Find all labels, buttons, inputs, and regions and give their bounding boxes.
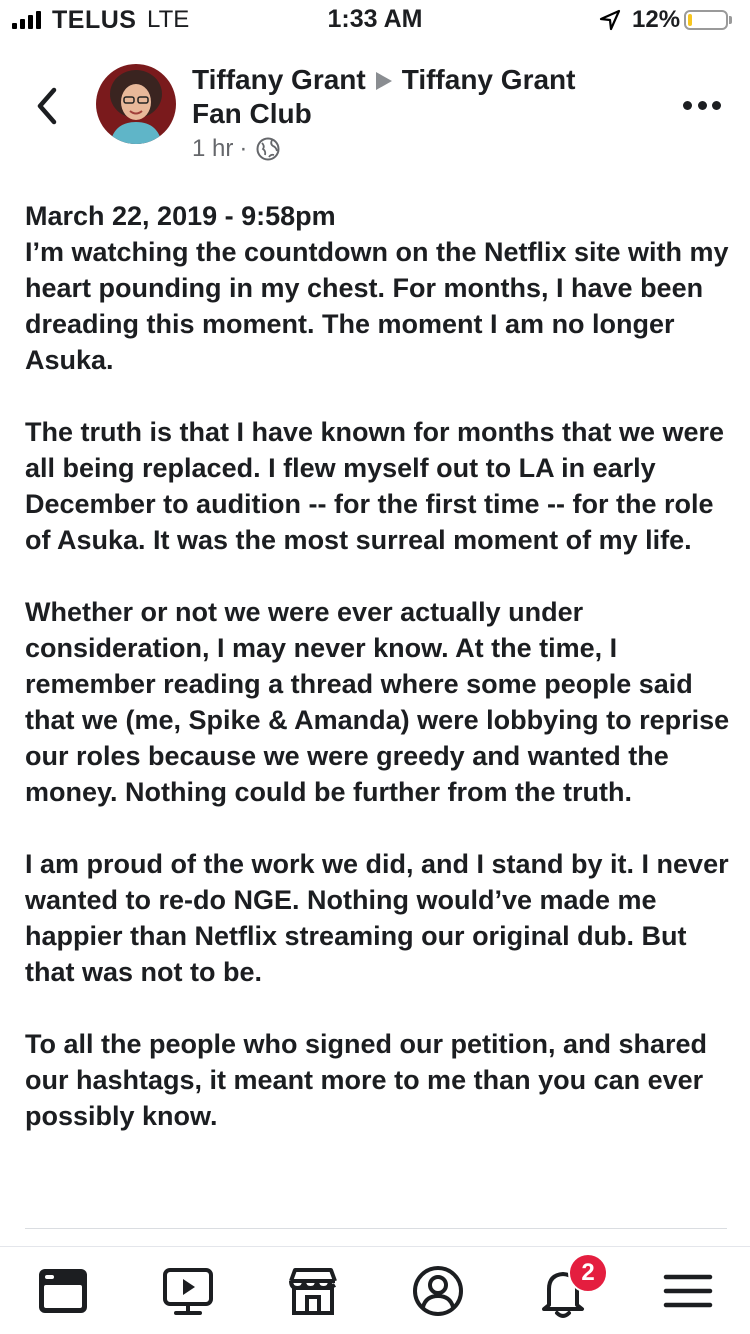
shared-to-arrow-icon	[375, 71, 392, 90]
post-title: Tiffany Grant Tiffany Grant Fan Club	[192, 63, 632, 131]
battery-level	[688, 14, 692, 26]
bottom-tab-bar	[0, 1247, 750, 1334]
profile-icon[interactable]	[408, 1261, 468, 1321]
status-bar: TELUS LTE 1:33 AM 12%	[0, 0, 750, 40]
meta-separator: ·	[239, 135, 248, 162]
notification-badge: 2	[568, 1253, 608, 1293]
content-divider	[25, 1228, 727, 1229]
author-name-link[interactable]: Tiffany Grant	[192, 64, 366, 95]
globe-icon	[256, 137, 280, 161]
more-options-icon[interactable]	[683, 98, 721, 112]
avatar-image	[96, 64, 176, 144]
battery-tip	[729, 16, 732, 24]
menu-icon[interactable]	[658, 1261, 718, 1321]
post-paragraph: To all the people who signed our petitio…	[25, 1029, 708, 1131]
post-paragraph: March 22, 2019 - 9:58pm I’m watching the…	[25, 201, 729, 375]
watch-icon[interactable]	[158, 1261, 218, 1321]
back-arrow-icon[interactable]	[28, 84, 68, 128]
post-paragraph: I am proud of the work we did, and I sta…	[25, 849, 729, 987]
battery-icon	[684, 10, 728, 30]
post-timestamp[interactable]: 1 hr	[192, 135, 233, 163]
marketplace-icon[interactable]	[283, 1261, 343, 1321]
news-feed-icon[interactable]	[33, 1261, 93, 1321]
location-arrow-icon	[599, 9, 621, 31]
post-paragraph: Whether or not we were ever actually und…	[25, 597, 730, 807]
post-meta: 1 hr ·	[192, 135, 281, 163]
post-body: March 22, 2019 - 9:58pm I’m watching the…	[25, 198, 735, 1134]
battery-percentage: 12%	[632, 6, 681, 33]
post-paragraph: The truth is that I have known for month…	[25, 417, 725, 555]
author-avatar[interactable]	[96, 64, 176, 144]
